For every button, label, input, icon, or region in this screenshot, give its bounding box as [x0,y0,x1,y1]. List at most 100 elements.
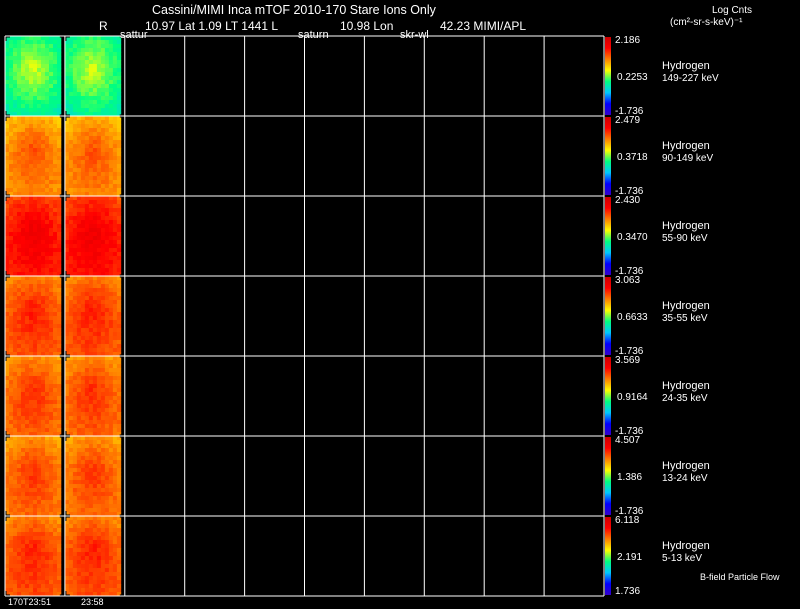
heatmap-cell [25,92,30,97]
colorbar-max-label: 3.063 [615,275,641,286]
heatmap-cell [96,372,102,377]
heatmap-cell [104,164,110,169]
heatmap-cell [41,276,46,281]
heatmap-cell [13,552,18,557]
heatmap-cell [45,364,50,369]
heatmap-cell [37,564,42,569]
heatmap-cell [13,276,18,281]
heatmap-cell [25,76,30,81]
heatmap-cell [41,336,46,341]
heatmap-cell [92,376,98,381]
heatmap-cell [88,456,94,461]
heatmap-cell [41,504,46,509]
heatmap-cell [45,132,50,137]
heatmap-cell [100,524,106,529]
heatmap-cell [25,44,30,49]
heatmap-cell [29,472,34,477]
heatmap-cell [5,304,10,309]
heatmap-cell [112,240,118,245]
heatmap-cell [21,344,26,349]
heatmap-cell [84,240,90,245]
colorbar-mid-label: 0.3718 [617,151,648,163]
heatmap-cell [76,416,82,421]
heatmap-cell [72,216,78,221]
heatmap-cell [53,468,58,473]
heatmap-cell [108,568,114,573]
heatmap-cell [29,76,34,81]
heatmap-cell [76,88,82,93]
heatmap-cell [17,552,22,557]
heatmap-cell [25,436,30,441]
heatmap-cell [17,208,22,213]
heatmap-cell [80,528,86,533]
heatmap-cell [13,312,18,317]
heatmap-cell [25,360,30,365]
heatmap-cell [96,492,102,497]
heatmap-cell [72,152,78,157]
heatmap-cell [37,196,42,201]
heatmap-cell [5,400,10,405]
heatmap-cell [5,556,10,561]
heatmap-cell [5,504,10,509]
heatmap-cell [84,556,90,561]
heatmap-cell [41,160,46,165]
heatmap-cell [21,100,26,105]
heatmap-cell [5,68,10,73]
heatmap-cell [88,44,94,49]
heatmap-cell [68,140,74,145]
heatmap-cell [49,416,54,421]
heatmap-cell [84,400,90,405]
heatmap-cell [88,220,94,225]
heatmap-cell [100,200,106,205]
heatmap-cell [108,284,114,289]
heatmap-cell [76,460,82,465]
heatmap-cell [112,48,118,53]
heatmap-cell [41,300,46,305]
heatmap-cell [53,48,58,53]
heatmap-cell [25,492,30,497]
heatmap-cell [49,108,54,113]
heatmap-cell [33,448,38,453]
heatmap-cell [92,448,98,453]
heatmap-cell [29,404,34,409]
heatmap-cell [45,580,50,585]
heatmap-cell [5,76,10,81]
heatmap-cell [84,64,90,69]
heatmap-cell [84,440,90,445]
heatmap-cell [37,152,42,157]
heatmap-cell [108,208,114,213]
heatmap-cell [41,140,46,145]
heatmap-cell [25,428,30,433]
heatmap-cell [37,260,42,265]
heatmap-cell [25,508,30,513]
heatmap-cell [112,60,118,65]
heatmap-cell [53,388,58,393]
heatmap-cell [80,308,86,313]
heatmap-cell [68,380,74,385]
heatmap-cell [96,460,102,465]
heatmap-cell [88,76,94,81]
heatmap-cell [112,244,118,249]
heatmap-cell [37,116,42,121]
heatmap-cell [88,92,94,97]
heatmap-cell [100,376,106,381]
heatmap-cell [116,504,122,509]
heatmap-cell [104,320,110,325]
heatmap-cell [45,532,50,537]
heatmap-cell [45,160,50,165]
heatmap-cell [9,88,14,93]
heatmap-cell [33,196,38,201]
heatmap-cell [100,232,106,237]
heatmap-cell [64,548,70,553]
heatmap-cell [17,260,22,265]
heatmap-cell [116,152,122,157]
r-label: R [99,19,108,33]
heatmap-cell [104,388,110,393]
heatmap-cell [17,340,22,345]
heatmap-cell [80,216,86,221]
heatmap-cell [116,540,122,545]
heatmap-cell [53,392,58,397]
heatmap-cell [33,392,38,397]
heatmap-cell [84,116,90,121]
heatmap-cell [84,384,90,389]
